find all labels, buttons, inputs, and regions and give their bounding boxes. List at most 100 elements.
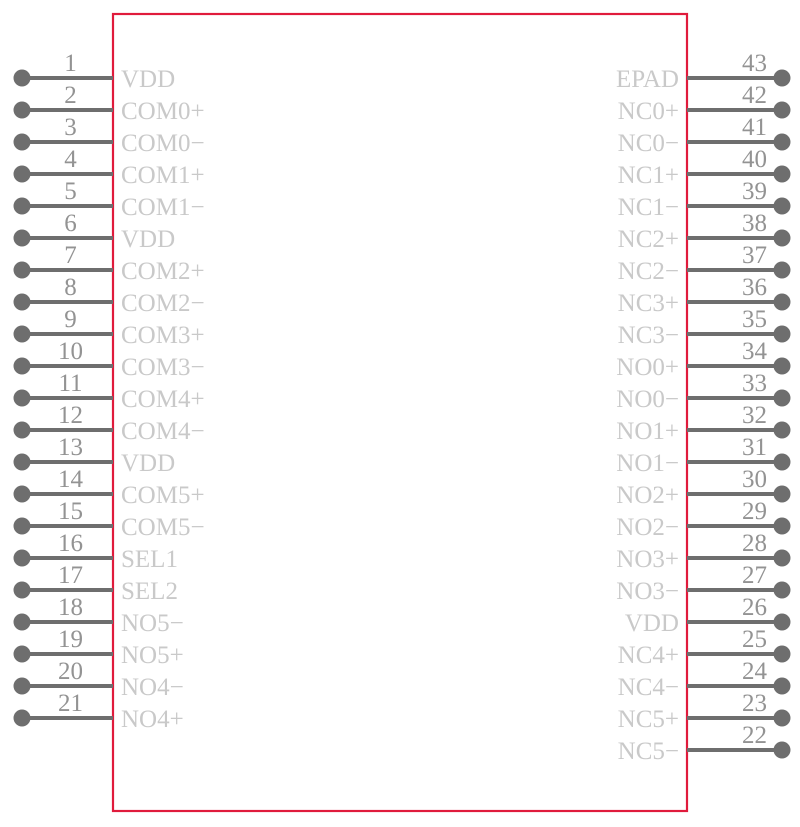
pin-terminal-dot[interactable] [13, 197, 31, 215]
pin-terminal-dot[interactable] [13, 293, 31, 311]
pin-number: 5 [64, 178, 77, 205]
pin-name: COM5+ [121, 482, 205, 509]
pin-terminal-dot[interactable] [13, 453, 31, 471]
pin-name: COM4+ [121, 386, 205, 413]
pin-terminal-dot[interactable] [13, 677, 31, 695]
pin-terminal-dot[interactable] [13, 69, 31, 87]
pin-name: EPAD [616, 66, 679, 93]
pin-name: COM3− [121, 354, 205, 381]
pin-terminal-dot[interactable] [773, 357, 791, 375]
pin-number: 31 [742, 434, 767, 461]
pin-number: 20 [58, 658, 83, 685]
pin-number: 6 [64, 210, 77, 237]
pin-name: NO2− [616, 514, 679, 541]
pin-terminal-dot[interactable] [773, 677, 791, 695]
pin-terminal-dot[interactable] [13, 581, 31, 599]
pin-name: SEL2 [121, 578, 178, 605]
pin-terminal-dot[interactable] [13, 325, 31, 343]
pin-terminal-dot[interactable] [13, 389, 31, 407]
pin-name: COM4− [121, 418, 205, 445]
pin-name: NC0+ [618, 98, 679, 125]
pin-name: COM2+ [121, 258, 205, 285]
pin-number: 25 [742, 626, 767, 653]
pin-number: 7 [64, 242, 77, 269]
pin-terminal-dot[interactable] [13, 357, 31, 375]
pin-number: 43 [742, 50, 767, 77]
pin-number: 21 [58, 690, 83, 717]
pin-number: 32 [742, 402, 767, 429]
pin-terminal-dot[interactable] [13, 709, 31, 727]
pin-terminal-dot[interactable] [13, 549, 31, 567]
pin-terminal-dot[interactable] [773, 69, 791, 87]
pin-terminal-dot[interactable] [773, 197, 791, 215]
pin-terminal-dot[interactable] [13, 133, 31, 151]
pin-terminal-dot[interactable] [773, 453, 791, 471]
pin-7[interactable]: 7 COM2+ [13, 242, 205, 285]
pin-name: NO5+ [121, 642, 184, 669]
pin-number: 19 [58, 626, 83, 653]
pin-2[interactable]: 2 COM0+ [13, 82, 205, 125]
pin-number: 8 [64, 274, 77, 301]
pin-terminal-dot[interactable] [13, 165, 31, 183]
pin-terminal-dot[interactable] [773, 581, 791, 599]
pin-terminal-dot[interactable] [773, 325, 791, 343]
pin-number: 30 [742, 466, 767, 493]
pin-terminal-dot[interactable] [773, 101, 791, 119]
pin-name: NO3+ [616, 546, 679, 573]
pin-number: 3 [64, 114, 77, 141]
pin-terminal-dot[interactable] [13, 229, 31, 247]
pin-terminal-dot[interactable] [13, 517, 31, 535]
pin-name: NC0− [618, 130, 679, 157]
pin-number: 22 [742, 722, 767, 749]
pin-terminal-dot[interactable] [13, 261, 31, 279]
pin-terminal-dot[interactable] [773, 709, 791, 727]
pin-name: COM3+ [121, 322, 205, 349]
pin-terminal-dot[interactable] [13, 101, 31, 119]
pin-name: VDD [121, 450, 175, 477]
pin-name: NO0+ [616, 354, 679, 381]
pin-number: 42 [742, 82, 767, 109]
pin-terminal-dot[interactable] [773, 229, 791, 247]
pin-number: 12 [58, 402, 83, 429]
pin-terminal-dot[interactable] [773, 645, 791, 663]
pin-name: NO1− [616, 450, 679, 477]
pin-terminal-dot[interactable] [773, 389, 791, 407]
pin-number: 2 [64, 82, 77, 109]
pin-terminal-dot[interactable] [13, 421, 31, 439]
pin-name: NC3− [618, 322, 679, 349]
pin-name: NO3− [616, 578, 679, 605]
pin-name: NC1+ [618, 162, 679, 189]
pin-name: VDD [121, 66, 175, 93]
pin-terminal-dot[interactable] [13, 613, 31, 631]
pin-14[interactable]: 14 COM5+ [13, 466, 205, 509]
pin-number: 18 [58, 594, 83, 621]
pin-1[interactable]: 1 VDD [13, 50, 176, 93]
pin-name: COM0− [121, 130, 205, 157]
pin-terminal-dot[interactable] [13, 485, 31, 503]
pin-terminal-dot[interactable] [773, 165, 791, 183]
pin-name: COM1+ [121, 162, 205, 189]
pin-name: COM2− [121, 290, 205, 317]
pin-name: NO4+ [121, 706, 184, 733]
pin-terminal-dot[interactable] [773, 421, 791, 439]
pin-number: 37 [742, 242, 767, 269]
pin-name: NC3+ [618, 290, 679, 317]
pin-terminal-dot[interactable] [773, 261, 791, 279]
pin-name: NC5− [618, 738, 679, 765]
pin-name: COM5− [121, 514, 205, 541]
pin-terminal-dot[interactable] [773, 293, 791, 311]
pin-terminal-dot[interactable] [773, 741, 791, 759]
pin-terminal-dot[interactable] [773, 485, 791, 503]
pin-terminal-dot[interactable] [773, 133, 791, 151]
pin-number: 13 [58, 434, 83, 461]
pin-number: 14 [58, 466, 84, 493]
pin-number: 24 [742, 658, 768, 685]
pin-terminal-dot[interactable] [13, 645, 31, 663]
pin-name: NC1− [618, 194, 679, 221]
pin-terminal-dot[interactable] [773, 613, 791, 631]
pin-number: 9 [64, 306, 77, 333]
pin-terminal-dot[interactable] [773, 549, 791, 567]
pin-terminal-dot[interactable] [773, 517, 791, 535]
pin-name: NO0− [616, 386, 679, 413]
pin-number: 36 [742, 274, 767, 301]
